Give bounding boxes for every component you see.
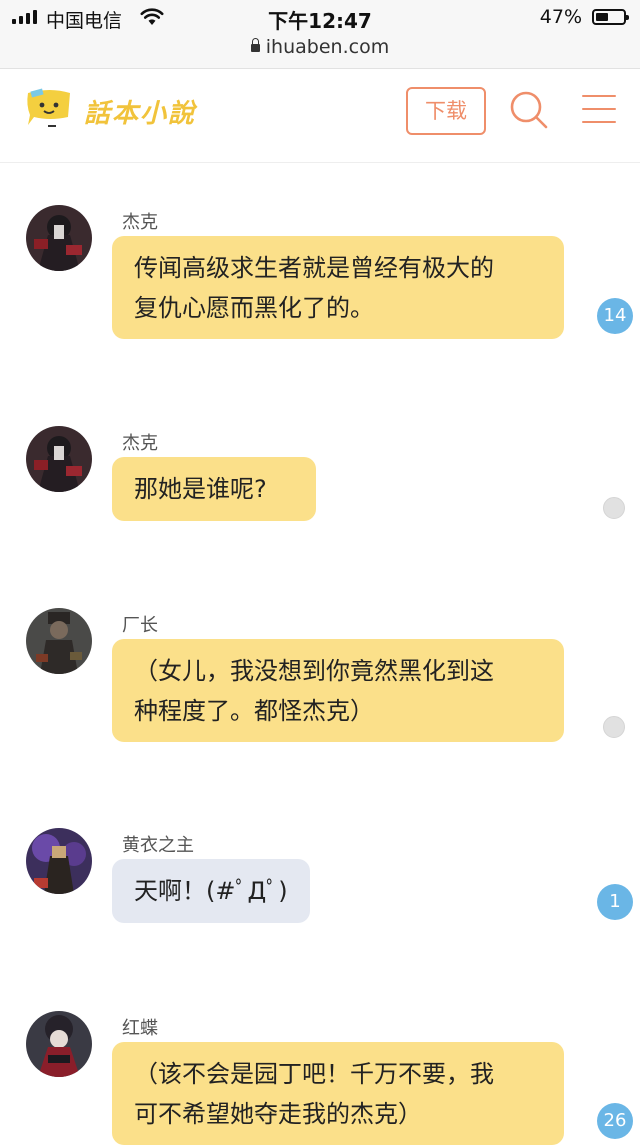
avatar[interactable]: [26, 1011, 92, 1077]
logo-text[interactable]: 話本小說: [84, 93, 196, 130]
sender-name: 杰克: [122, 433, 158, 454]
comment-count-badge[interactable]: 26: [597, 1103, 633, 1139]
search-icon[interactable]: [508, 89, 550, 131]
download-button[interactable]: 下载: [406, 87, 486, 135]
hamburger-menu-icon[interactable]: [582, 95, 616, 134]
logo-icon[interactable]: [24, 85, 76, 131]
message-bubble[interactable]: 传闻高级求生者就是曾经有极大的 复仇心愿而黑化了的。: [112, 236, 564, 339]
battery-icon: [592, 9, 629, 25]
url-text: ihuaben.com: [265, 36, 390, 58]
avatar[interactable]: [26, 608, 92, 674]
message-bubble[interactable]: （该不会是园丁吧！千万不要，我 可不希望她夺走我的杰克）: [112, 1042, 564, 1145]
battery-percentage: 47%: [539, 6, 582, 28]
comment-dot-icon[interactable]: [603, 716, 625, 738]
message-bubble[interactable]: （女儿，我没想到你竟然黑化到这 种程度了。都怪杰克）: [112, 639, 564, 742]
lock-icon: [250, 38, 260, 52]
comment-count-badge[interactable]: 14: [597, 298, 633, 334]
address-bar[interactable]: ihuaben.com: [0, 36, 640, 58]
avatar[interactable]: [26, 205, 92, 271]
message-bubble[interactable]: 天啊！(#ﾟДﾟ): [112, 859, 310, 923]
avatar[interactable]: [26, 828, 92, 894]
sender-name: 黄衣之主: [122, 835, 194, 856]
avatar[interactable]: [26, 426, 92, 492]
comment-count-badge[interactable]: 1: [597, 884, 633, 920]
sender-name: 红蝶: [122, 1018, 158, 1039]
message-bubble[interactable]: 那她是谁呢?: [112, 457, 316, 521]
sender-name: 杰克: [122, 212, 158, 233]
browser-status-bar: 中国电信 下午12:47 47% ihuaben.com: [0, 0, 640, 69]
sender-name: 厂长: [122, 615, 158, 636]
site-header: 話本小說 下载: [0, 69, 640, 163]
comment-dot-icon[interactable]: [603, 497, 625, 519]
battery-level-fill: [596, 13, 608, 21]
